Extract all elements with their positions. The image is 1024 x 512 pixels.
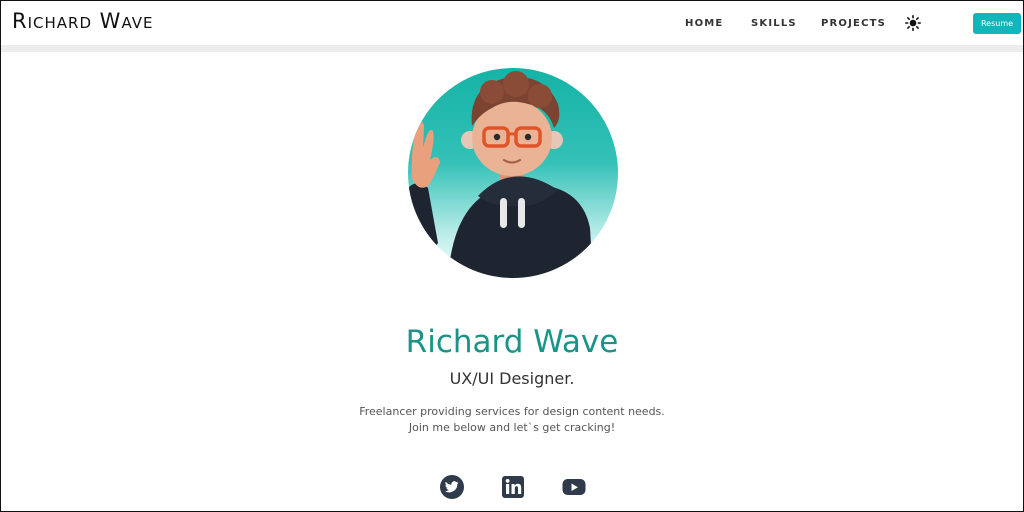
page-frame: Richard Wave HOME SKILLS PROJECTS Resume… [0,0,1024,512]
nav-home[interactable]: HOME [685,18,723,29]
navbar: Richard Wave HOME SKILLS PROJECTS Resume [1,1,1023,45]
twitter-icon[interactable] [439,474,465,500]
youtube-icon[interactable] [561,474,587,500]
hero-name: Richard Wave [405,324,619,360]
hero-description-line2: Join me below and let`s get cracking! [408,421,616,434]
linkedin-icon[interactable] [500,474,526,500]
hero-role: UX/UI Designer. [449,369,575,388]
resume-button[interactable]: Resume [973,13,1021,34]
nav-projects[interactable]: PROJECTS [821,18,886,29]
avatar [408,68,618,278]
navbar-shadow [1,45,1023,52]
nav-skills[interactable]: SKILLS [751,18,797,29]
sun-icon[interactable] [905,15,921,31]
logo[interactable]: Richard Wave [12,9,153,33]
hero-description-line1: Freelancer providing services for design… [359,405,665,418]
